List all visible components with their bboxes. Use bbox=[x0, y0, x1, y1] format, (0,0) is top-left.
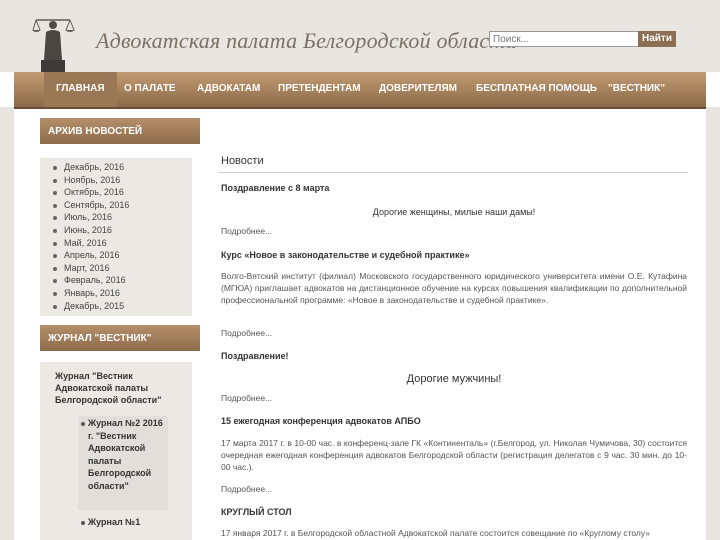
news-title-link[interactable]: Поздравление! bbox=[221, 351, 289, 361]
archive-item[interactable]: Декабрь, 2015 bbox=[40, 300, 192, 313]
archive-heading: АРХИВ НОВОСТЕЙ bbox=[40, 118, 200, 144]
nav-item-free-help[interactable]: БЕСПЛАТНАЯ ПОМОЩЬ bbox=[476, 72, 597, 107]
news-body: 17 марта 2017 г. в 10-00 час. в конферен… bbox=[221, 438, 687, 472]
news-title-link[interactable]: Курс «Новое в законодательстве и судебно… bbox=[221, 250, 469, 260]
nav-item-about[interactable]: О ПАЛАТЕ bbox=[124, 72, 176, 107]
journal-item-1[interactable]: Журнал №1 bbox=[88, 516, 166, 529]
archive-item[interactable]: Апрель, 2016 bbox=[40, 249, 192, 262]
page-side-right bbox=[706, 107, 720, 540]
nav-item-applicants[interactable]: ПРЕТЕНДЕНТАМ bbox=[278, 72, 361, 107]
archive-item[interactable]: Октябрь, 2016 bbox=[40, 186, 192, 199]
bullet-icon bbox=[81, 521, 85, 525]
read-more-link[interactable]: Подробнее... bbox=[221, 484, 272, 494]
nav-item-lawyers[interactable]: АДВОКАТАМ bbox=[197, 72, 260, 107]
nav-item-clients[interactable]: ДОВЕРИТЕЛЯМ bbox=[379, 72, 457, 107]
news-body: 17 января 2017 г. в Белгородской областн… bbox=[221, 528, 650, 538]
themis-statue-logo bbox=[30, 10, 76, 72]
page-side-left bbox=[0, 107, 14, 540]
news-title-link[interactable]: КРУГЛЫЙ СТОЛ bbox=[221, 507, 292, 517]
archive-item[interactable]: Сентябрь, 2016 bbox=[40, 199, 192, 212]
archive-item[interactable]: Март, 2016 bbox=[40, 262, 192, 275]
archive-item[interactable]: Июль, 2016 bbox=[40, 211, 192, 224]
news-lead: Дорогие мужчины! bbox=[406, 373, 502, 385]
nav-item-vestnik[interactable]: "ВЕСТНИК" bbox=[608, 72, 665, 107]
read-more-link[interactable]: Подробнее... bbox=[221, 393, 272, 403]
news-title-link[interactable]: Поздравление с 8 марта bbox=[221, 183, 329, 193]
archive-item[interactable]: Декабрь, 2016 bbox=[40, 161, 192, 174]
page-title: Новости bbox=[221, 155, 264, 167]
nav-item-home[interactable]: ГЛАВНАЯ bbox=[44, 72, 117, 107]
news-body: Волго-Вятский институт (филиал) Московск… bbox=[221, 271, 687, 305]
archive-item[interactable]: Ноябрь, 2016 bbox=[40, 174, 192, 187]
news-title-link[interactable]: 15 ежегодная конференция адвокатов АПБО bbox=[221, 416, 421, 426]
main-nav: ГЛАВНАЯ О ПАЛАТЕ АДВОКАТАМ ПРЕТЕНДЕНТАМ … bbox=[14, 72, 706, 109]
site-header: Адвокатская палата Белгородской области … bbox=[0, 0, 720, 72]
search-input[interactable] bbox=[489, 31, 639, 47]
read-more-link[interactable]: Подробнее... bbox=[221, 328, 272, 338]
journal-heading: ЖУРНАЛ "ВЕСТНИК" bbox=[40, 325, 200, 351]
archive-item[interactable]: Февраль, 2016 bbox=[40, 274, 192, 287]
title-divider bbox=[218, 172, 688, 173]
site-title: Адвокатская палата Белгородской области bbox=[96, 28, 517, 53]
archive-item[interactable]: Январь, 2016 bbox=[40, 287, 192, 300]
journal-item-2-2016[interactable]: Журнал №2 2016 г. "Вестник Адвокатской п… bbox=[88, 417, 166, 492]
archive-item[interactable]: Май, 2016 bbox=[40, 237, 192, 250]
news-lead: Дорогие женщины, милые наши дамы! bbox=[372, 207, 536, 217]
bullet-icon bbox=[81, 422, 85, 426]
archive-item[interactable]: Июнь, 2016 bbox=[40, 224, 192, 237]
journal-name-link[interactable]: Журнал "Вестник Адвокатской палаты Белго… bbox=[55, 370, 190, 406]
read-more-link[interactable]: Подробнее... bbox=[221, 226, 272, 236]
archive-box: Декабрь, 2016 Ноябрь, 2016 Октябрь, 2016… bbox=[40, 158, 192, 316]
search-button[interactable]: Найти bbox=[638, 31, 676, 47]
